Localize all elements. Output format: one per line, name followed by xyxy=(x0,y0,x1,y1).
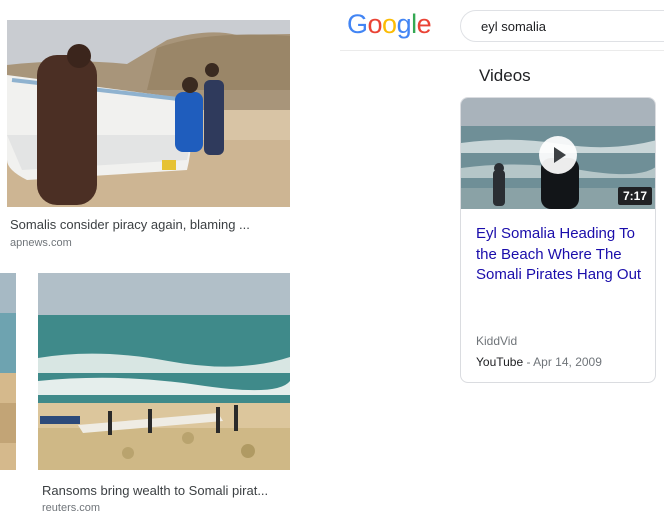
video-date: Apr 14, 2009 xyxy=(533,355,602,369)
video-card[interactable]: 7:17 Eyl Somalia Heading To the Beach Wh… xyxy=(460,97,656,383)
image-result-source: apnews.com xyxy=(10,237,72,249)
logo-letter: o xyxy=(367,9,383,39)
video-channel: KiddVid xyxy=(476,334,518,348)
video-title-link[interactable]: Eyl Somalia Heading To the Beach Where T… xyxy=(476,224,646,286)
image-result-caption[interactable]: Ransoms bring wealth to Somali pirat... xyxy=(42,483,292,498)
videos-heading: Videos xyxy=(479,66,531,85)
image-result-boat-beach[interactable] xyxy=(7,20,290,207)
image-result-caption[interactable]: Somalis consider piracy again, blaming .… xyxy=(10,217,290,232)
video-platform: YouTube xyxy=(476,355,524,369)
video-thumbnail[interactable]: 7:17 xyxy=(461,98,655,209)
video-meta: YouTube - Apr 14, 2009 xyxy=(476,355,602,369)
google-logo[interactable]: Google xyxy=(347,9,432,40)
play-icon xyxy=(554,147,566,163)
video-duration: 7:17 xyxy=(617,187,652,205)
header-divider xyxy=(340,50,664,51)
image-result-partial[interactable] xyxy=(0,273,16,470)
image-result-source: reuters.com xyxy=(42,502,101,514)
play-button[interactable] xyxy=(539,136,577,174)
image-result-beach-waves[interactable] xyxy=(38,273,290,470)
meta-separator: - xyxy=(523,355,534,369)
logo-letter: o xyxy=(382,9,397,39)
logo-letter: e xyxy=(416,9,432,39)
logo-letter: G xyxy=(347,9,368,39)
search-input[interactable]: eyl somalia xyxy=(460,10,664,42)
logo-letter: g xyxy=(396,9,412,39)
search-query[interactable]: eyl somalia xyxy=(481,19,546,34)
